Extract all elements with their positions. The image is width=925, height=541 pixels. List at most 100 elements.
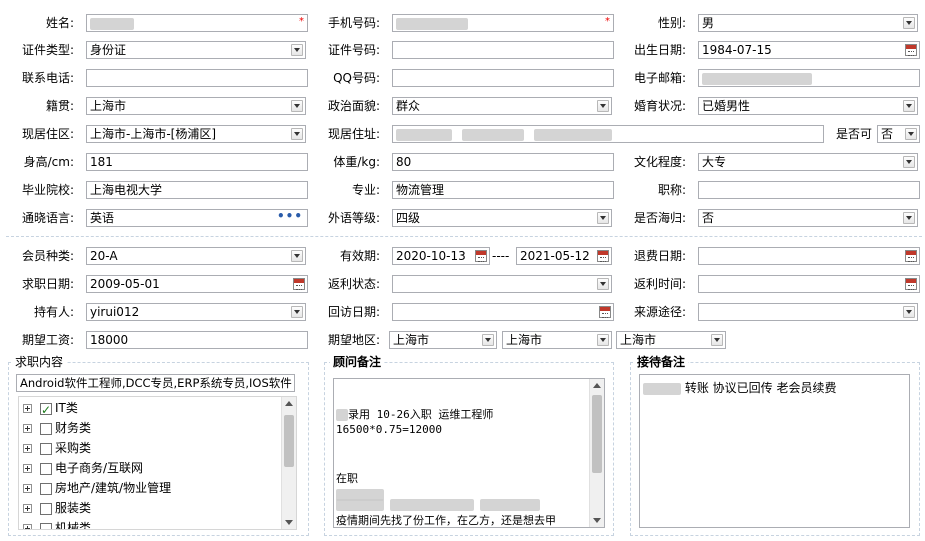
origin-select[interactable]: 上海市: [86, 97, 306, 115]
calendar-icon[interactable]: [905, 250, 917, 262]
valid-to-field[interactable]: 2021-05-12: [516, 247, 612, 265]
dropdown-arrow-icon[interactable]: [291, 44, 303, 56]
note-line: [336, 497, 540, 512]
dropdown-arrow-icon[interactable]: [291, 250, 303, 262]
scroll-thumb[interactable]: [284, 415, 294, 467]
scroll-up-icon[interactable]: [593, 383, 601, 388]
dropdown-arrow-icon[interactable]: [291, 128, 303, 140]
checkbox-icon[interactable]: [40, 442, 52, 455]
job-content-summary[interactable]: Android软件工程师,DCC专员,ERP系统专员,IOS软件: [16, 374, 295, 392]
rebate-status-select[interactable]: [392, 275, 612, 293]
birth-date-field[interactable]: 1984-07-15: [698, 41, 920, 59]
dropdown-arrow-icon[interactable]: [291, 100, 303, 112]
refund-date-field[interactable]: [698, 247, 920, 265]
contact-field[interactable]: [86, 69, 308, 87]
dropdown-arrow-icon[interactable]: [597, 212, 609, 224]
holder-select[interactable]: yirui012: [86, 303, 306, 321]
district-select[interactable]: 上海市-上海市-[杨浦区]: [86, 125, 306, 143]
checkbox-icon[interactable]: [40, 422, 52, 435]
email-field[interactable]: [698, 69, 920, 87]
dropdown-arrow-icon[interactable]: [903, 156, 915, 168]
calendar-icon[interactable]: [905, 44, 917, 56]
option-select[interactable]: 否: [877, 125, 920, 143]
tree-item[interactable]: 电子商务/互联网: [23, 458, 143, 478]
calendar-icon[interactable]: [293, 278, 305, 290]
expand-plus-icon[interactable]: [23, 484, 32, 493]
expand-plus-icon[interactable]: [23, 464, 32, 473]
dropdown-arrow-icon[interactable]: [291, 306, 303, 318]
calendar-icon[interactable]: [475, 250, 487, 262]
expand-plus-icon[interactable]: [23, 404, 32, 413]
checkbox-icon[interactable]: [40, 462, 52, 475]
tree-item-label: 财务类: [55, 421, 92, 435]
notes-scrollbar[interactable]: [589, 379, 604, 527]
name-field[interactable]: *: [86, 14, 308, 32]
checkbox-icon[interactable]: [40, 522, 52, 529]
idtype-select[interactable]: 身份证: [86, 41, 306, 59]
expand-plus-icon[interactable]: [23, 504, 32, 513]
redacted-text: [336, 409, 348, 421]
height-field[interactable]: 181: [86, 153, 308, 171]
tree-scrollbar[interactable]: [281, 397, 296, 529]
scroll-down-icon[interactable]: [593, 518, 601, 523]
calendar-icon[interactable]: [905, 278, 917, 290]
lang-field[interactable]: 英语 •••: [86, 209, 308, 227]
political-select[interactable]: 群众: [392, 97, 612, 115]
lang-value: 英语: [90, 211, 115, 225]
region-city-select[interactable]: 上海市: [502, 331, 612, 349]
qq-field[interactable]: [392, 69, 614, 87]
dropdown-arrow-icon[interactable]: [903, 100, 915, 112]
ellipsis-icon[interactable]: •••: [277, 210, 303, 224]
revisit-date-field[interactable]: [392, 303, 614, 321]
redacted-text: [643, 382, 681, 395]
tree-item[interactable]: 机械类: [23, 518, 91, 529]
member-type-select[interactable]: 20-A: [86, 247, 306, 265]
expand-plus-icon[interactable]: [23, 424, 32, 433]
abroad-select[interactable]: 否: [698, 209, 918, 227]
marital-select[interactable]: 已婚男性: [698, 97, 918, 115]
source-select[interactable]: [698, 303, 918, 321]
dropdown-arrow-icon[interactable]: [903, 306, 915, 318]
rebate-time-field[interactable]: [698, 275, 920, 293]
dropdown-arrow-icon[interactable]: [597, 334, 609, 346]
region-province-select[interactable]: 上海市: [389, 331, 497, 349]
scroll-up-icon[interactable]: [285, 401, 293, 406]
tree-item[interactable]: 采购类: [23, 438, 91, 458]
category-tree[interactable]: IT类 财务类 采购类 电子商务/互联网 房地产/建筑/物业管理 服装类 机械类: [18, 396, 297, 530]
dropdown-arrow-icon[interactable]: [903, 212, 915, 224]
scroll-thumb[interactable]: [592, 395, 602, 473]
reception-notes-textarea[interactable]: 转账 协议已回传 老会员续费: [639, 374, 910, 528]
scroll-down-icon[interactable]: [285, 520, 293, 525]
valid-from-field[interactable]: 2020-10-13: [392, 247, 490, 265]
idno-field[interactable]: [392, 41, 614, 59]
phone-field[interactable]: *: [392, 14, 614, 32]
address-field[interactable]: [392, 125, 824, 143]
tree-item[interactable]: 房地产/建筑/物业管理: [23, 478, 171, 498]
expand-plus-icon[interactable]: [23, 444, 32, 453]
dropdown-arrow-icon[interactable]: [711, 334, 723, 346]
dropdown-arrow-icon[interactable]: [597, 100, 609, 112]
weight-field[interactable]: 80: [392, 153, 614, 171]
checkbox-icon[interactable]: [40, 482, 52, 495]
checkbox-icon[interactable]: [40, 502, 52, 515]
dropdown-arrow-icon[interactable]: [597, 278, 609, 290]
tree-item[interactable]: 财务类: [23, 418, 91, 438]
consultant-notes-textarea[interactable]: 录用 10-26入职 运维工程师 16500*0.75=12000 在职 疫情期…: [333, 378, 605, 528]
jobdate-field[interactable]: 2009-05-01: [86, 275, 308, 293]
dropdown-arrow-icon[interactable]: [482, 334, 494, 346]
calendar-icon[interactable]: [597, 250, 609, 262]
title-field[interactable]: [698, 181, 920, 199]
region-district-select[interactable]: 上海市: [616, 331, 726, 349]
expand-plus-icon[interactable]: [23, 524, 32, 529]
dropdown-arrow-icon[interactable]: [905, 128, 917, 140]
tree-item[interactable]: 服装类: [23, 498, 91, 518]
salary-field[interactable]: 18000: [86, 331, 308, 349]
checkbox-icon[interactable]: [40, 400, 52, 420]
edu-select[interactable]: 大专: [698, 153, 918, 171]
level-select[interactable]: 四级: [392, 209, 612, 227]
gender-select[interactable]: 男: [698, 14, 918, 32]
tree-item[interactable]: IT类: [23, 398, 78, 420]
major-field[interactable]: 物流管理: [392, 181, 614, 199]
school-field[interactable]: 上海电视大学: [86, 181, 308, 199]
dropdown-arrow-icon[interactable]: [903, 17, 915, 29]
